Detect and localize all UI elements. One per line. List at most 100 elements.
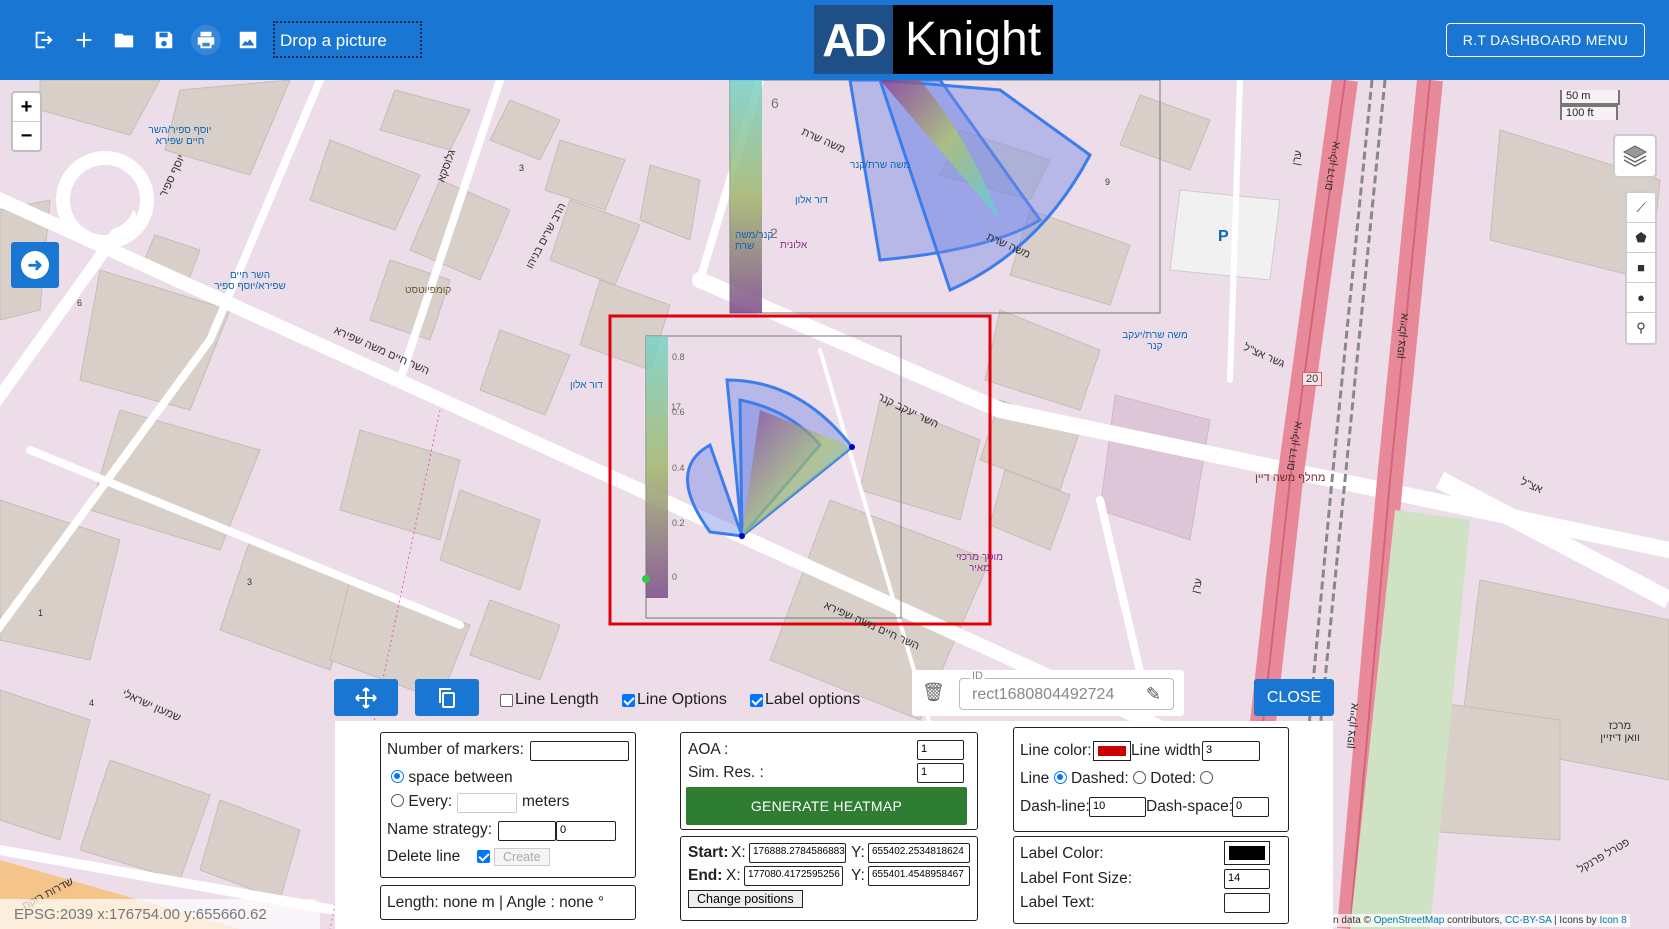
- line-solid-radio[interactable]: [1053, 771, 1067, 784]
- name-strategy-number[interactable]: 0: [556, 821, 616, 841]
- end-x-input[interactable]: 177080.4172595256: [744, 866, 843, 886]
- sim-res-label: Sim. Res. :: [688, 764, 764, 781]
- line-options-label: Line Options: [637, 691, 727, 708]
- copy-icon: [439, 687, 455, 708]
- dash-space-input[interactable]: 0: [1232, 797, 1269, 817]
- line-style-box: Line color: Line width: 3 Line Dashed: D…: [1013, 727, 1289, 832]
- start-x-input[interactable]: 176888.2784586883: [749, 843, 846, 863]
- coordinates-readout: EPSG:2039 x:176754.00 y:655660.62: [0, 899, 320, 929]
- doted-radio[interactable]: [1200, 771, 1214, 784]
- create-button[interactable]: Create: [494, 848, 550, 866]
- line-color-picker[interactable]: [1093, 741, 1131, 761]
- heatmap-box: AOA : 1 Sim. Res. : 1 GENERATE HEATMAP: [680, 732, 978, 830]
- osm-link[interactable]: OpenStreetMap: [1374, 915, 1445, 926]
- house-number: 3: [247, 577, 253, 587]
- draw-toolbar: ⟋ ⬟ ■ ● ⚲: [1625, 191, 1657, 345]
- dash-line-input[interactable]: 10: [1089, 797, 1146, 817]
- move-button[interactable]: [334, 679, 398, 716]
- space-between-label: space between: [408, 769, 513, 786]
- space-between-option[interactable]: space between: [391, 769, 513, 787]
- label-color-picker[interactable]: [1224, 841, 1270, 865]
- layers-icon: [1622, 145, 1648, 167]
- change-positions-button[interactable]: Change positions: [688, 890, 803, 908]
- bus-stop-label: השר חיים שפירא/יוסף ספיר: [214, 270, 286, 292]
- house-number: 6: [771, 95, 779, 111]
- map-attribution: n data © OpenStreetMap contributors, CC-…: [1330, 914, 1630, 927]
- every-radio[interactable]: [391, 794, 404, 807]
- poi-label: קומפיוטסט: [405, 285, 452, 296]
- draw-polygon-icon[interactable]: ⬟: [1627, 223, 1655, 253]
- line-options-checkbox[interactable]: [622, 693, 635, 707]
- aoa-label: AOA :: [688, 741, 729, 758]
- line-width-input[interactable]: 3: [1202, 741, 1260, 761]
- zoom-out-button[interactable]: −: [13, 122, 40, 151]
- copy-button[interactable]: [415, 679, 479, 716]
- folder-icon[interactable]: [111, 27, 137, 53]
- draw-rectangle-icon[interactable]: ■: [1627, 253, 1655, 283]
- fuel-label: דור אלון: [795, 195, 828, 206]
- attribution-text: contributors,: [1447, 915, 1503, 926]
- line-width-label: Line width:: [1131, 742, 1206, 759]
- zoom-in-button[interactable]: +: [13, 93, 40, 122]
- house-number: 4: [89, 698, 95, 708]
- label-text-input[interactable]: [1224, 893, 1270, 913]
- image-icon[interactable]: [235, 27, 261, 53]
- pencil-icon[interactable]: ✎: [1146, 684, 1161, 705]
- trash-icon[interactable]: 🗑: [922, 682, 945, 703]
- icon8-link[interactable]: Icon 8: [1599, 915, 1626, 926]
- dash-line-label: Dash-line:: [1020, 798, 1090, 815]
- top-toolbar: Drop a picture AD Knight R.T DASHBOARD M…: [0, 0, 1669, 80]
- drop-picture-zone[interactable]: Drop a picture: [273, 21, 422, 58]
- every-input[interactable]: [457, 793, 517, 813]
- meters-label: meters: [522, 793, 570, 810]
- save-icon[interactable]: [151, 27, 177, 53]
- aoa-input[interactable]: 1: [917, 740, 964, 760]
- logo-knight: Knight: [893, 5, 1053, 74]
- add-icon[interactable]: [71, 27, 97, 53]
- markers-box: Number of markers: space between Every: …: [380, 732, 636, 878]
- delete-line-checkbox[interactable]: [477, 850, 490, 863]
- line-length-checkbox[interactable]: [500, 693, 513, 707]
- arrow-right-icon: ➜: [21, 251, 49, 279]
- parking-icon: P: [1218, 228, 1229, 245]
- number-of-markers-input[interactable]: [530, 741, 629, 761]
- label-options-toggle[interactable]: Label options: [750, 691, 860, 709]
- label-font-size-input[interactable]: 14: [1224, 869, 1270, 889]
- draw-marker-icon[interactable]: ⚲: [1627, 313, 1655, 343]
- license-link[interactable]: CC-BY-SA: [1505, 915, 1551, 926]
- options-panel: Number of markers: space between Every: …: [335, 721, 1333, 929]
- dash-space-label: Dash-space:: [1146, 798, 1234, 815]
- scale-feet: 100 ft: [1560, 105, 1618, 120]
- length-box: Length: none m | Angle : none °: [380, 885, 636, 920]
- start-y-input[interactable]: 655402.2534818624: [868, 843, 970, 863]
- logout-icon[interactable]: [30, 27, 56, 53]
- feature-id-field[interactable]: ID rect1680804492724 ✎: [959, 670, 1174, 710]
- label-options-checkbox[interactable]: [750, 693, 763, 707]
- name-strategy-input[interactable]: [498, 821, 556, 841]
- space-between-radio[interactable]: [391, 770, 404, 783]
- line-length-toggle[interactable]: Line Length: [500, 691, 599, 709]
- sidebar-toggle-button[interactable]: ➜: [11, 242, 59, 288]
- heatmap-tick: 0.4: [672, 463, 685, 473]
- every-label: Every:: [408, 793, 453, 810]
- start-y-label: Y:: [851, 844, 865, 861]
- dashed-radio[interactable]: [1132, 771, 1146, 784]
- print-icon[interactable]: [191, 25, 221, 55]
- every-option[interactable]: Every:: [391, 793, 452, 811]
- label-options-label: Label options: [765, 691, 861, 708]
- draw-line-icon[interactable]: ⟋: [1627, 193, 1655, 223]
- id-legend: ID: [970, 670, 985, 682]
- sim-res-input[interactable]: 1: [917, 763, 964, 783]
- line-options-toggle[interactable]: Line Options: [622, 691, 727, 709]
- start-label: Start:: [688, 844, 729, 861]
- label-style-box: Label Color: Label Font Size: 14 Label T…: [1013, 836, 1289, 924]
- heatmap-tick: 0.2: [672, 518, 685, 528]
- close-button[interactable]: CLOSE: [1254, 679, 1334, 716]
- layers-button[interactable]: [1613, 134, 1657, 178]
- generate-heatmap-button[interactable]: GENERATE HEATMAP: [686, 787, 967, 825]
- draw-circle-icon[interactable]: ●: [1627, 283, 1655, 313]
- dashboard-menu-button[interactable]: R.T DASHBOARD MENU: [1446, 23, 1645, 57]
- end-y-input[interactable]: 655401.4548958467: [868, 866, 970, 886]
- heatmap-tick: 0.6: [672, 407, 685, 417]
- ad-knight-logo: AD Knight: [814, 5, 1053, 74]
